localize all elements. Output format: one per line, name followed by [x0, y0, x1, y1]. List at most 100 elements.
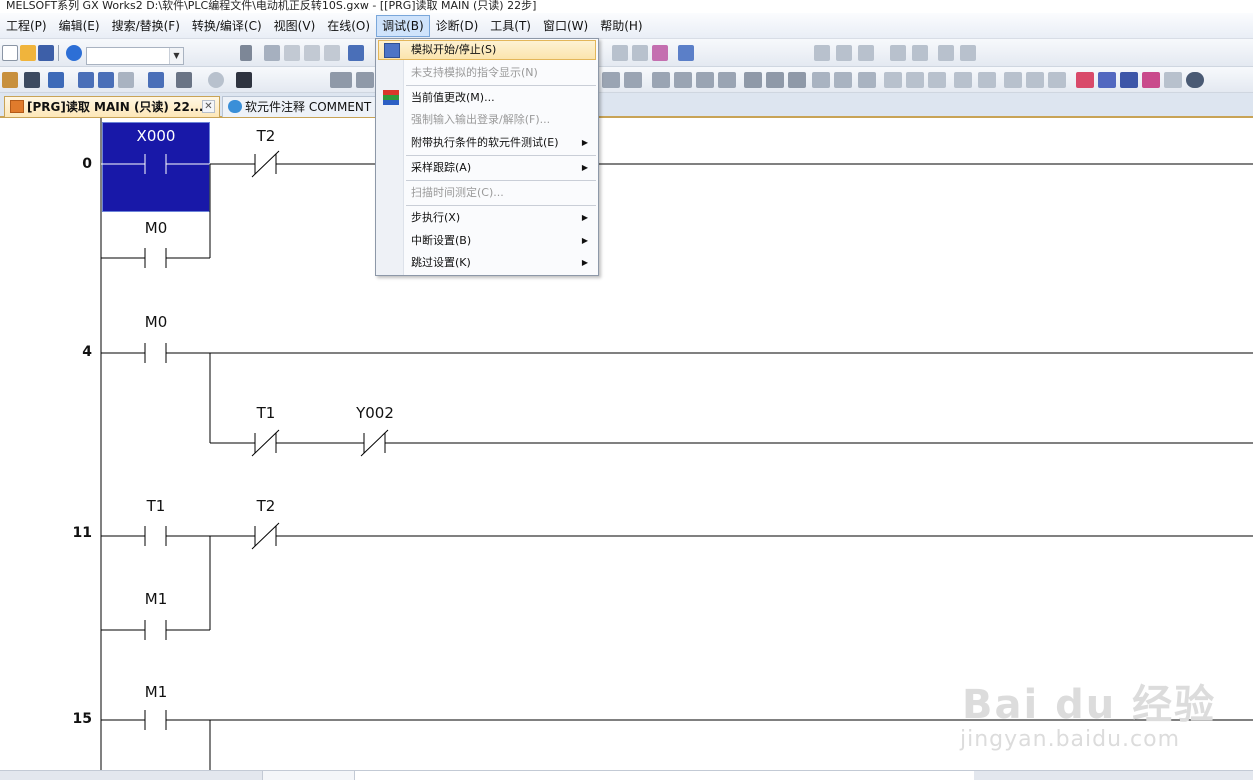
menu-item-skip-settings[interactable]: 跳过设置(K) ▶: [378, 253, 596, 273]
monitor-icon[interactable]: [678, 45, 694, 61]
dev-monitor-icon[interactable]: [98, 72, 114, 88]
menu-search-replace[interactable]: 搜索/替换(F): [106, 15, 186, 37]
menu-item-break-settings[interactable]: 中断设置(B) ▶: [378, 231, 596, 251]
device-label-m1-rung15: M1: [144, 683, 168, 701]
instruction-icon[interactable]: [858, 72, 876, 88]
ladder-tool-3-icon[interactable]: [928, 72, 946, 88]
ladder-mark-icon[interactable]: [960, 45, 976, 61]
ladder-tool-8-icon[interactable]: [1048, 72, 1066, 88]
menu-view[interactable]: 视图(V): [268, 15, 322, 37]
close-icon[interactable]: ✕: [202, 100, 215, 113]
contact-asf6-icon[interactable]: [674, 72, 692, 88]
contact-sf8-icon[interactable]: [624, 72, 642, 88]
menu-item-sampling-trace[interactable]: 采样跟踪(A) ▶: [378, 158, 596, 178]
menu-online[interactable]: 在线(O): [321, 15, 376, 37]
ladder-find-icon[interactable]: [912, 45, 928, 61]
ladder-row-icon[interactable]: [858, 45, 874, 61]
menu-tools[interactable]: 工具(T): [484, 15, 537, 37]
device-icon[interactable]: [348, 45, 364, 61]
device-label-t2-rung11: T2: [256, 497, 276, 515]
question-icon[interactable]: [208, 72, 224, 88]
contact-no-icon[interactable]: [330, 72, 352, 88]
menu-project[interactable]: 工程(P): [0, 15, 53, 37]
menu-item-step-execution[interactable]: 步执行(X) ▶: [378, 208, 596, 228]
menu-window[interactable]: 窗口(W): [537, 15, 594, 37]
chevron-down-icon[interactable]: ▼: [169, 48, 183, 64]
toolbar-standard: [0, 39, 1253, 67]
menu-item-label: 跳过设置(K): [411, 256, 471, 269]
ladder-jump-icon[interactable]: [938, 45, 954, 61]
contact-asf8-icon[interactable]: [718, 72, 736, 88]
menu-item-modify-value[interactable]: 当前值更改(M)...: [378, 88, 596, 108]
t1-nc-slash: [251, 429, 280, 457]
ladder-tool-6-icon[interactable]: [1004, 72, 1022, 88]
comment-icon[interactable]: [1076, 72, 1094, 88]
menu-help[interactable]: 帮助(H): [594, 15, 648, 37]
menu-item-label: 模拟开始/停止(S): [411, 43, 497, 56]
dev-batch-icon[interactable]: [118, 72, 134, 88]
binoculars-icon[interactable]: [236, 72, 252, 88]
dev-icon[interactable]: [78, 72, 94, 88]
ladder-editor[interactable]: 0 4 11 15 X000 T2 M0 M0 T1 Y002 T1 T2 M1…: [0, 118, 1253, 770]
ladder-insert-icon[interactable]: [814, 45, 830, 61]
contact-asf5-icon[interactable]: [652, 72, 670, 88]
ladder-view-icon[interactable]: [24, 72, 40, 88]
horizontal-scrollbar[interactable]: [354, 771, 974, 780]
falling-edge-icon[interactable]: [766, 72, 784, 88]
comment-tab-icon: [228, 100, 242, 113]
rising-edge-icon[interactable]: [744, 72, 762, 88]
verify-icon[interactable]: [652, 45, 668, 61]
contact-asf7-icon[interactable]: [696, 72, 714, 88]
menu-item-device-test-with-condition[interactable]: 附带执行条件的软元件测试(E) ▶: [378, 133, 596, 153]
statement-icon[interactable]: [1098, 72, 1116, 88]
device-label-m0: M0: [144, 219, 168, 237]
step-number-15: 15: [72, 711, 92, 727]
ladder-col-icon[interactable]: [890, 45, 906, 61]
line-f10-icon[interactable]: [812, 72, 830, 88]
help-icon[interactable]: [66, 45, 82, 61]
submenu-arrow-icon: ▶: [581, 236, 588, 245]
invert-icon[interactable]: [788, 72, 806, 88]
find-device-icon[interactable]: [176, 72, 192, 88]
paste-icon[interactable]: [284, 45, 300, 61]
menu-diagnostics[interactable]: 诊断(D): [430, 15, 485, 37]
ladder-tool-7-icon[interactable]: [1026, 72, 1044, 88]
menu-item-scan-time: 扫描时间测定(C)...: [378, 183, 596, 203]
menu-item-label: 步执行(X): [411, 211, 461, 224]
tab-prg-main[interactable]: [PRG]读取 MAIN (只读) 22... ✕: [4, 96, 220, 117]
window-icon[interactable]: [48, 72, 64, 88]
dev-display-icon[interactable]: [1164, 72, 1182, 88]
ladder-tool-4-icon[interactable]: [954, 72, 972, 88]
menu-convert-compile[interactable]: 转换/编译(C): [186, 15, 268, 37]
cut-icon[interactable]: [240, 45, 252, 61]
save-icon[interactable]: [38, 45, 54, 61]
ladder-tool-1-icon[interactable]: [884, 72, 902, 88]
contact-sf7-icon[interactable]: [602, 72, 620, 88]
ladder-tool-5-icon[interactable]: [978, 72, 996, 88]
dev-test-icon[interactable]: [148, 72, 164, 88]
window-title: MELSOFT系列 GX Works2 D:\软件\PLC编程文件\电动机正反转…: [0, 0, 1253, 13]
device-label-t1-rung11: T1: [146, 497, 166, 515]
undo-icon[interactable]: [304, 45, 320, 61]
menu-item-simulation-start-stop[interactable]: 模拟开始/停止(S): [378, 40, 596, 60]
project-tree-icon[interactable]: [2, 72, 18, 88]
read-plc-icon[interactable]: [612, 45, 628, 61]
line-delete-icon[interactable]: [834, 72, 852, 88]
new-file-icon[interactable]: [2, 45, 18, 61]
write-plc-icon[interactable]: [632, 45, 648, 61]
open-folder-icon[interactable]: [20, 45, 36, 61]
contact-nc-icon[interactable]: [356, 72, 374, 88]
alias-icon[interactable]: [1142, 72, 1160, 88]
note-icon[interactable]: [1120, 72, 1138, 88]
ladder-tool-2-icon[interactable]: [906, 72, 924, 88]
copy-icon[interactable]: [264, 45, 280, 61]
redo-icon[interactable]: [324, 45, 340, 61]
ladder-delete-icon[interactable]: [836, 45, 852, 61]
step-number-11: 11: [72, 525, 92, 541]
tab-device-comment[interactable]: 软元件注释 COMMENT: [222, 96, 382, 117]
zoom-icon[interactable]: [1186, 72, 1204, 88]
menu-debug[interactable]: 调试(B): [376, 14, 430, 37]
step-number-0: 0: [82, 156, 92, 172]
menu-edit[interactable]: 编辑(E): [53, 15, 106, 37]
combo-box[interactable]: ▼: [86, 47, 184, 65]
